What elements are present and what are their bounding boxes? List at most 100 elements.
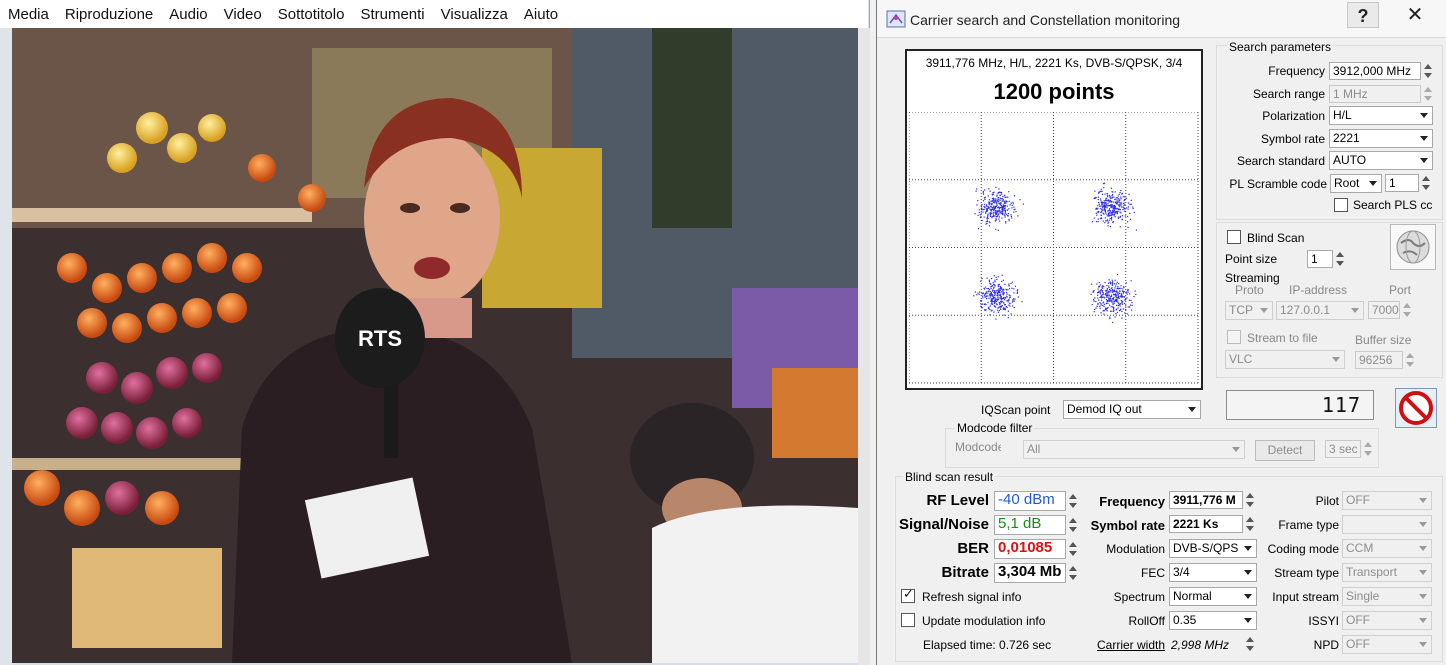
stop-button[interactable]: [1395, 388, 1437, 428]
pl-scramble-label: PL Scramble code: [1229, 177, 1327, 191]
frequency-spinner[interactable]: [1421, 62, 1435, 80]
polarization-value: H/L: [1333, 108, 1352, 122]
menu-view[interactable]: Visualizza: [441, 6, 508, 23]
modcode-filter-title: Modcode filter: [955, 421, 1035, 435]
carrier-search-window: Carrier search and Constellation monitor…: [876, 0, 1446, 665]
menu-media[interactable]: Media: [8, 6, 49, 23]
npd-select[interactable]: OFF: [1342, 635, 1432, 654]
search-parameters-title: Search parameters: [1227, 40, 1334, 54]
input-stream-value: Single: [1346, 589, 1380, 603]
player-select[interactable]: VLC: [1225, 350, 1345, 369]
rf-level-label: RF Level: [926, 492, 989, 509]
iqscan-value: Demod IQ out: [1067, 402, 1142, 416]
pl-scramble-code-input[interactable]: 1: [1385, 174, 1419, 192]
search-range-spinner[interactable]: [1421, 85, 1435, 103]
search-pls-checkbox[interactable]: [1334, 198, 1348, 212]
fec-select[interactable]: 3/4: [1169, 563, 1257, 582]
menu-subtitle[interactable]: Sottotitolo: [278, 6, 345, 23]
frequency-result-spinner[interactable]: [1243, 491, 1257, 509]
ip-address-value: 127.0.0.1: [1280, 303, 1331, 317]
modulation-label: Modulation: [1106, 542, 1165, 556]
port-spinner[interactable]: [1400, 301, 1414, 319]
modulation-select[interactable]: DVB-S/QPS: [1169, 539, 1257, 558]
ip-address-label: IP-address: [1289, 283, 1348, 297]
frame-type-select[interactable]: [1342, 515, 1432, 534]
refresh-signal-checkbox[interactable]: [901, 587, 915, 603]
buffer-size-spinner[interactable]: [1403, 351, 1417, 369]
video-frame[interactable]: RTS: [12, 28, 858, 663]
symbol-rate-select[interactable]: 2221: [1329, 129, 1433, 148]
video-scene: RTS: [12, 28, 858, 663]
stream-type-value: Transport: [1346, 565, 1397, 579]
bitrate-value: 3,304 Mb: [994, 563, 1066, 583]
search-standard-label: Search standard: [1236, 154, 1325, 168]
frequency-label: Frequency: [1268, 64, 1325, 78]
globe-icon: [1396, 230, 1430, 264]
constellation-dots: [973, 182, 1137, 324]
globe-scan-button[interactable]: [1390, 224, 1436, 270]
iqscan-select[interactable]: Demod IQ out: [1063, 400, 1201, 419]
pl-scramble-mode-select[interactable]: Root: [1330, 174, 1382, 193]
issyi-select[interactable]: OFF: [1342, 611, 1432, 630]
fec-label: FEC: [1141, 566, 1165, 580]
point-size-label: Point size: [1225, 252, 1278, 266]
window-titlebar[interactable]: Carrier search and Constellation monitor…: [877, 0, 1446, 38]
update-modulation-label: Update modulation info: [922, 614, 1046, 628]
input-stream-select[interactable]: Single: [1342, 587, 1432, 606]
help-button[interactable]: ?: [1347, 2, 1379, 28]
constellation-display: 3911,776 MHz, H/L, 2221 Ks, DVB-S/QPSK, …: [905, 49, 1203, 390]
search-standard-value: AUTO: [1333, 153, 1367, 167]
stream-type-select[interactable]: Transport: [1342, 563, 1432, 582]
pilot-select[interactable]: OFF: [1342, 491, 1432, 510]
pilot-value: OFF: [1346, 493, 1370, 507]
spectrum-select[interactable]: Normal: [1169, 587, 1257, 606]
timeout-input[interactable]: 3 sec: [1325, 440, 1361, 458]
symbol-rate-result-spinner[interactable]: [1243, 515, 1257, 533]
update-modulation-checkbox[interactable]: [901, 613, 915, 627]
modulation-value: DVB-S/QPS: [1173, 541, 1239, 555]
frequency-input[interactable]: 3912,000 MHz: [1329, 62, 1421, 80]
input-stream-label: Input stream: [1272, 590, 1339, 604]
proto-label: Proto: [1235, 283, 1264, 297]
menu-help[interactable]: Aiuto: [524, 6, 558, 23]
search-range-label: Search range: [1252, 87, 1325, 101]
coding-mode-select[interactable]: CCM: [1342, 539, 1432, 558]
buffer-size-input[interactable]: 96256: [1355, 351, 1403, 369]
stream-to-file-checkbox[interactable]: [1227, 330, 1241, 344]
symbol-rate-result-value: 2221 Ks: [1169, 515, 1243, 533]
rolloff-select[interactable]: 0.35: [1169, 611, 1257, 630]
stop-icon: [1399, 391, 1433, 425]
ber-value: 0,01085: [994, 539, 1066, 559]
issyi-label: ISSYI: [1308, 614, 1339, 628]
modcode-select[interactable]: All: [1023, 440, 1245, 459]
search-standard-select[interactable]: AUTO: [1329, 151, 1433, 170]
player-scrollbar[interactable]: [858, 28, 870, 665]
polarization-select[interactable]: H/L: [1329, 106, 1433, 125]
constellation-info: 3911,776 MHz, H/L, 2221 Ks, DVB-S/QPSK, …: [925, 56, 1183, 70]
close-button[interactable]: ✕: [1392, 2, 1438, 28]
detect-button[interactable]: Detect: [1255, 440, 1315, 461]
point-size-input[interactable]: 1: [1307, 250, 1333, 268]
proto-value: TCP: [1229, 303, 1253, 317]
carrier-width-label[interactable]: Carrier width: [1077, 638, 1165, 652]
pl-scramble-spinner[interactable]: [1419, 174, 1433, 192]
menu-playback[interactable]: Riproduzione: [65, 6, 153, 23]
menu-video[interactable]: Video: [224, 6, 262, 23]
menu-audio[interactable]: Audio: [169, 6, 207, 23]
menu-tools[interactable]: Strumenti: [360, 6, 424, 23]
search-range-input[interactable]: 1 MHz: [1329, 85, 1421, 103]
timeout-spinner[interactable]: [1361, 440, 1375, 458]
point-size-spinner[interactable]: [1333, 250, 1347, 268]
symbol-rate-value: 2221: [1333, 131, 1360, 145]
ip-address-select[interactable]: 127.0.0.1: [1276, 301, 1364, 320]
port-label: Port: [1389, 283, 1412, 297]
npd-label: NPD: [1313, 638, 1339, 652]
proto-select[interactable]: TCP: [1225, 301, 1273, 320]
coding-mode-value: CCM: [1346, 541, 1374, 555]
pilot-label: Pilot: [1315, 494, 1339, 508]
satellite-app-icon: [886, 10, 906, 28]
port-input[interactable]: 7000: [1368, 301, 1400, 319]
window-title: Carrier search and Constellation monitor…: [910, 12, 1181, 28]
carrier-width-spinner[interactable]: [1243, 635, 1257, 653]
blind-scan-checkbox[interactable]: [1227, 230, 1241, 244]
